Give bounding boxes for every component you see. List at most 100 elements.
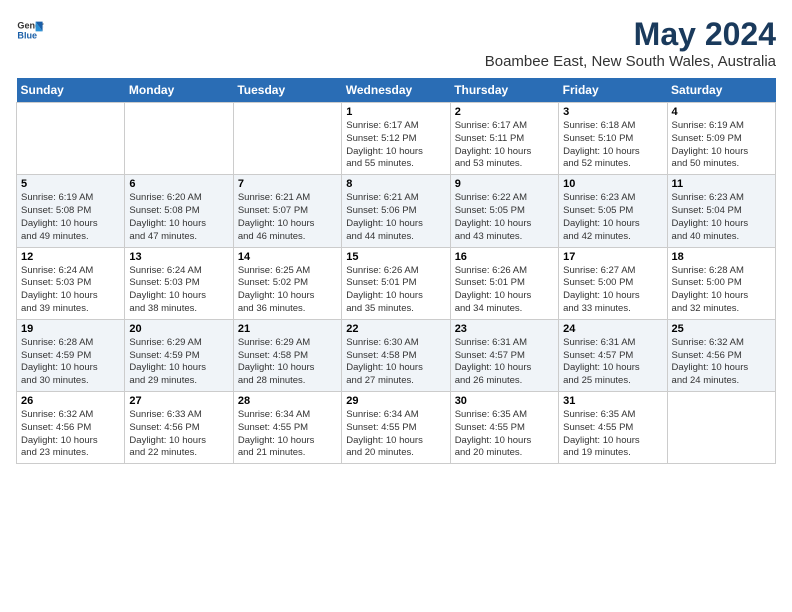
calendar-cell: 1 Sunrise: 6:17 AM Sunset: 5:12 PM Daylig… <box>342 103 450 175</box>
day-info: Sunrise: 6:31 AM Sunset: 4:57 PM Dayligh… <box>455 337 554 388</box>
calendar-cell: 16 Sunrise: 6:26 AM Sunset: 5:01 PM Dayli… <box>450 247 558 319</box>
calendar-cell: 30 Sunrise: 6:35 AM Sunset: 4:55 PM Dayli… <box>450 392 558 464</box>
logo-icon: General Blue <box>16 16 44 44</box>
day-info: Sunrise: 6:22 AM Sunset: 5:05 PM Dayligh… <box>455 192 554 243</box>
day-number: 23 <box>455 323 554 335</box>
day-number: 14 <box>238 251 337 263</box>
calendar-cell: 24Sunrise: 6:31 AM Sunset: 4:57 PM Dayli… <box>559 319 667 391</box>
calendar-cell: 18 Sunrise: 6:28 AM Sunset: 5:00 PM Dayli… <box>667 247 775 319</box>
subtitle: Boambee East, New South Wales, Australia <box>485 53 776 70</box>
calendar-cell: 6Sunrise: 6:20 AM Sunset: 5:08 PM Daylig… <box>125 175 233 247</box>
calendar-cell: 13Sunrise: 6:24 AM Sunset: 5:03 PM Dayli… <box>125 247 233 319</box>
day-number: 24 <box>563 323 662 335</box>
calendar-cell: 3Sunrise: 6:18 AM Sunset: 5:10 PM Daylig… <box>559 103 667 175</box>
day-info: Sunrise: 6:21 AM Sunset: 5:06 PM Dayligh… <box>346 192 445 243</box>
day-header-saturday: Saturday <box>667 78 775 103</box>
day-number: 3 <box>563 106 662 118</box>
day-header-thursday: Thursday <box>450 78 558 103</box>
day-number: 20 <box>129 323 228 335</box>
day-number: 22 <box>346 323 445 335</box>
calendar-cell: 4Sunrise: 6:19 AM Sunset: 5:09 PM Daylig… <box>667 103 775 175</box>
day-number: 30 <box>455 395 554 407</box>
calendar-cell: 17Sunrise: 6:27 AM Sunset: 5:00 PM Dayli… <box>559 247 667 319</box>
day-header-monday: Monday <box>125 78 233 103</box>
day-info: Sunrise: 6:33 AM Sunset: 4:56 PM Dayligh… <box>129 409 228 460</box>
calendar-cell: 7 Sunrise: 6:21 AM Sunset: 5:07 PM Daylig… <box>233 175 341 247</box>
calendar-cell <box>125 103 233 175</box>
calendar-cell: 26 Sunrise: 6:32 AM Sunset: 4:56 PM Dayli… <box>17 392 125 464</box>
day-info: Sunrise: 6:23 AM Sunset: 5:05 PM Dayligh… <box>563 192 662 243</box>
day-info: Sunrise: 6:20 AM Sunset: 5:08 PM Dayligh… <box>129 192 228 243</box>
day-info: Sunrise: 6:25 AM Sunset: 5:02 PM Dayligh… <box>238 265 337 316</box>
day-number: 17 <box>563 251 662 263</box>
day-info: Sunrise: 6:17 AM Sunset: 5:11 PM Dayligh… <box>455 120 554 171</box>
day-number: 2 <box>455 106 554 118</box>
calendar-cell: 19 Sunrise: 6:28 AM Sunset: 4:59 PM Dayli… <box>17 319 125 391</box>
day-number: 19 <box>21 323 120 335</box>
calendar-cell: 22 Sunrise: 6:30 AM Sunset: 4:58 PM Dayli… <box>342 319 450 391</box>
calendar-cell: 21Sunrise: 6:29 AM Sunset: 4:58 PM Dayli… <box>233 319 341 391</box>
day-info: Sunrise: 6:35 AM Sunset: 4:55 PM Dayligh… <box>563 409 662 460</box>
logo: General Blue <box>16 16 44 44</box>
day-info: Sunrise: 6:17 AM Sunset: 5:12 PM Dayligh… <box>346 120 445 171</box>
day-number: 7 <box>238 178 337 190</box>
day-header-sunday: Sunday <box>17 78 125 103</box>
calendar-cell: 2 Sunrise: 6:17 AM Sunset: 5:11 PM Daylig… <box>450 103 558 175</box>
calendar-cell: 11 Sunrise: 6:23 AM Sunset: 5:04 PM Dayli… <box>667 175 775 247</box>
day-header-friday: Friday <box>559 78 667 103</box>
day-number: 10 <box>563 178 662 190</box>
calendar-cell: 27 Sunrise: 6:33 AM Sunset: 4:56 PM Dayli… <box>125 392 233 464</box>
calendar-table: SundayMondayTuesdayWednesdayThursdayFrid… <box>16 78 776 464</box>
calendar-cell: 29Sunrise: 6:34 AM Sunset: 4:55 PM Dayli… <box>342 392 450 464</box>
week-row-1: 1 Sunrise: 6:17 AM Sunset: 5:12 PM Daylig… <box>17 103 776 175</box>
day-info: Sunrise: 6:26 AM Sunset: 5:01 PM Dayligh… <box>455 265 554 316</box>
day-info: Sunrise: 6:24 AM Sunset: 5:03 PM Dayligh… <box>21 265 120 316</box>
day-number: 13 <box>129 251 228 263</box>
day-info: Sunrise: 6:32 AM Sunset: 4:56 PM Dayligh… <box>21 409 120 460</box>
day-number: 25 <box>672 323 771 335</box>
day-number: 16 <box>455 251 554 263</box>
day-number: 8 <box>346 178 445 190</box>
calendar-cell: 15 Sunrise: 6:26 AM Sunset: 5:01 PM Dayli… <box>342 247 450 319</box>
calendar-cell: 20 Sunrise: 6:29 AM Sunset: 4:59 PM Dayli… <box>125 319 233 391</box>
day-info: Sunrise: 6:28 AM Sunset: 4:59 PM Dayligh… <box>21 337 120 388</box>
day-info: Sunrise: 6:21 AM Sunset: 5:07 PM Dayligh… <box>238 192 337 243</box>
day-number: 26 <box>21 395 120 407</box>
calendar-cell: 12Sunrise: 6:24 AM Sunset: 5:03 PM Dayli… <box>17 247 125 319</box>
day-number: 15 <box>346 251 445 263</box>
day-info: Sunrise: 6:29 AM Sunset: 4:58 PM Dayligh… <box>238 337 337 388</box>
day-number: 1 <box>346 106 445 118</box>
day-info: Sunrise: 6:28 AM Sunset: 5:00 PM Dayligh… <box>672 265 771 316</box>
day-info: Sunrise: 6:19 AM Sunset: 5:08 PM Dayligh… <box>21 192 120 243</box>
calendar-cell: 14 Sunrise: 6:25 AM Sunset: 5:02 PM Dayli… <box>233 247 341 319</box>
week-row-3: 12Sunrise: 6:24 AM Sunset: 5:03 PM Dayli… <box>17 247 776 319</box>
day-info: Sunrise: 6:30 AM Sunset: 4:58 PM Dayligh… <box>346 337 445 388</box>
calendar-cell: 10 Sunrise: 6:23 AM Sunset: 5:05 PM Dayli… <box>559 175 667 247</box>
header: General Blue May 2024 Boambee East, New … <box>16 16 776 70</box>
calendar-cell: 31 Sunrise: 6:35 AM Sunset: 4:55 PM Dayli… <box>559 392 667 464</box>
day-info: Sunrise: 6:23 AM Sunset: 5:04 PM Dayligh… <box>672 192 771 243</box>
calendar-cell: 25 Sunrise: 6:32 AM Sunset: 4:56 PM Dayli… <box>667 319 775 391</box>
calendar-cell <box>233 103 341 175</box>
day-number: 27 <box>129 395 228 407</box>
week-row-2: 5Sunrise: 6:19 AM Sunset: 5:08 PM Daylig… <box>17 175 776 247</box>
calendar-cell: 5Sunrise: 6:19 AM Sunset: 5:08 PM Daylig… <box>17 175 125 247</box>
day-number: 18 <box>672 251 771 263</box>
calendar-cell: 8 Sunrise: 6:21 AM Sunset: 5:06 PM Daylig… <box>342 175 450 247</box>
svg-text:Blue: Blue <box>17 30 37 40</box>
calendar-cell: 9Sunrise: 6:22 AM Sunset: 5:05 PM Daylig… <box>450 175 558 247</box>
day-number: 11 <box>672 178 771 190</box>
title-area: May 2024 Boambee East, New South Wales, … <box>485 16 776 70</box>
calendar-cell: 23 Sunrise: 6:31 AM Sunset: 4:57 PM Dayli… <box>450 319 558 391</box>
header-row: SundayMondayTuesdayWednesdayThursdayFrid… <box>17 78 776 103</box>
day-info: Sunrise: 6:34 AM Sunset: 4:55 PM Dayligh… <box>238 409 337 460</box>
day-info: Sunrise: 6:29 AM Sunset: 4:59 PM Dayligh… <box>129 337 228 388</box>
day-number: 31 <box>563 395 662 407</box>
day-info: Sunrise: 6:34 AM Sunset: 4:55 PM Dayligh… <box>346 409 445 460</box>
calendar-cell: 28Sunrise: 6:34 AM Sunset: 4:55 PM Dayli… <box>233 392 341 464</box>
day-info: Sunrise: 6:35 AM Sunset: 4:55 PM Dayligh… <box>455 409 554 460</box>
day-number: 4 <box>672 106 771 118</box>
day-info: Sunrise: 6:32 AM Sunset: 4:56 PM Dayligh… <box>672 337 771 388</box>
calendar-cell <box>667 392 775 464</box>
day-info: Sunrise: 6:26 AM Sunset: 5:01 PM Dayligh… <box>346 265 445 316</box>
